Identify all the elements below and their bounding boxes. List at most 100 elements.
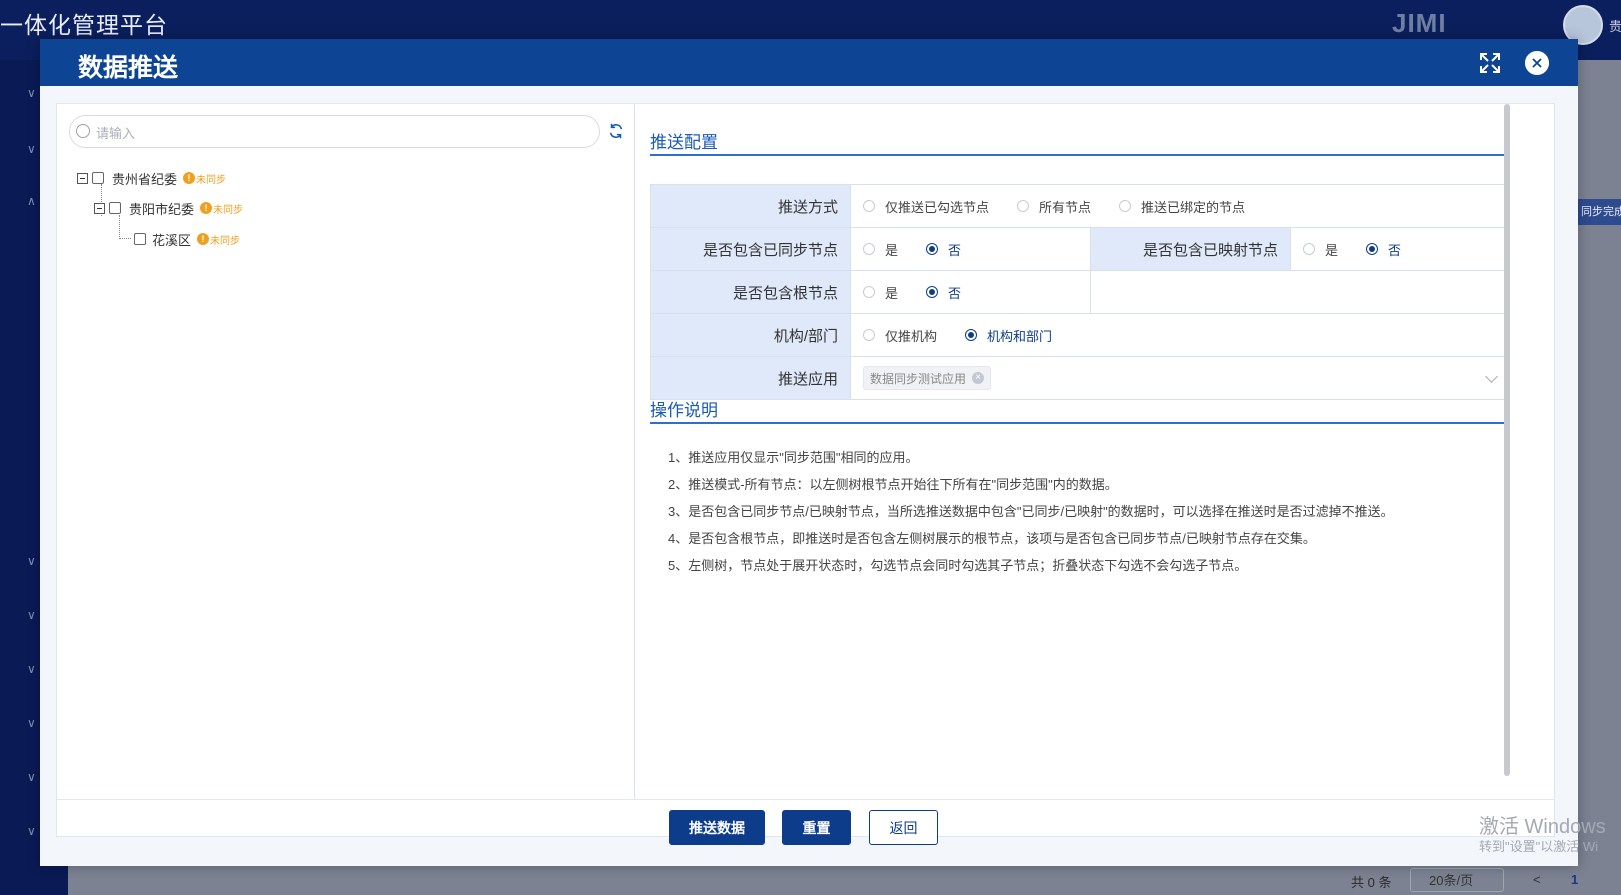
dialog-header: 数据推送 [40,39,1578,86]
tree-node-label[interactable]: 贵州省纪委 [112,169,177,188]
field-label: 是否包含已同步节点 [650,227,851,271]
radio-org-only[interactable]: 仅推机构 [863,326,937,345]
chevron-down-icon[interactable]: ∨ [27,142,36,156]
page-size-select[interactable]: 20条/页 [1410,868,1504,892]
user-name: 贵 [1609,19,1621,34]
instruction-item: 4、是否包含根节点，即推送时是否包含左侧树展示的根节点，该项与是否包含已同步节点… [668,531,1316,546]
chevron-down-icon[interactable]: ∨ [27,554,36,568]
field-label: 推送应用 [650,356,851,400]
instruction-item: 2、推送模式-所有节点：以左侧树根节点开始往下所有在"同步范围"内的数据。 [668,477,1118,492]
radio-icon[interactable] [926,243,939,255]
section-title: 推送配置 [650,133,718,152]
radio-icon[interactable] [1017,200,1030,212]
instruction-item: 3、是否包含已同步节点/已映射节点，当所选推送数据中包含"已同步/已映射"的数据… [668,504,1394,519]
back-button[interactable]: 返回 [869,810,938,845]
sync-status: 未同步 [196,174,227,186]
tree-node[interactable]: 花溪区 ! 未同步 [134,228,240,250]
scrollbar[interactable] [1504,104,1510,776]
chevron-down-icon[interactable]: ∨ [27,716,36,730]
reset-button[interactable]: 重置 [782,810,851,845]
radio-icon[interactable] [863,329,875,341]
radio-icon[interactable] [1119,200,1132,212]
push-mode-radio-group: 仅推送已勾选节点 所有节点 推送已绑定的节点 [863,197,1506,216]
push-data-dialog: 数据推送 贵州省纪委 [40,39,1578,866]
tree-node-label[interactable]: 花溪区 [152,230,191,249]
status-badge: 同步完成 [1577,199,1621,225]
tag-close-icon[interactable]: × [972,372,985,384]
section-title: 操作说明 [650,401,718,420]
empty-cell [1090,270,1507,314]
radio-icon[interactable] [863,243,875,255]
include-root-radio-group: 是 否 [863,283,1090,302]
include-mapped-radio-group: 是 否 [1303,240,1506,259]
instruction-item: 1、推送应用仅显示"同步范围"相同的应用。 [668,450,919,465]
push-app-select[interactable]: 数据同步测试应用 × [850,356,1507,400]
radio-icon[interactable] [863,286,875,298]
windows-activation-watermark: 激活 Windows 转到"设置"以激活 Wi [1479,816,1606,854]
close-icon[interactable] [1525,51,1549,75]
prev-page-icon[interactable]: < [1533,872,1541,887]
chevron-down-icon[interactable] [1485,369,1498,383]
field-label: 机构/部门 [650,313,851,357]
dialog-footer: 推送数据 重置 返回 [57,799,1554,845]
field-label: 是否包含根节点 [650,270,851,314]
radio-no[interactable]: 否 [1366,240,1401,259]
radio-no[interactable]: 否 [926,240,961,259]
radio-all-nodes[interactable]: 所有节点 [1017,197,1091,216]
radio-no[interactable]: 否 [926,283,961,302]
tree-node[interactable]: 贵阳市纪委 ! 未同步 [94,197,243,219]
push-data-button[interactable]: 推送数据 [669,810,765,845]
radio-icon[interactable] [1366,243,1379,255]
radio-yes[interactable]: 是 [1303,240,1338,259]
warning-icon: ! [197,233,210,245]
tree-connector [119,238,131,239]
field-label: 是否包含已映射节点 [1090,227,1291,271]
chevron-up-icon[interactable]: ∧ [27,194,36,208]
org-dept-radio-group: 仅推机构 机构和部门 [863,326,1506,345]
radio-icon[interactable] [863,200,875,212]
instruction-item: 5、左侧树，节点处于展开状态时，勾选节点会同时勾选其子节点；折叠状态下勾选不会勾… [668,558,1248,573]
tree-node-label[interactable]: 贵阳市纪委 [129,199,194,218]
app-tag: 数据同步测试应用 × [863,366,992,390]
chevron-down-icon[interactable]: ∨ [27,824,36,838]
radio-icon[interactable] [1303,243,1315,255]
fullscreen-icon[interactable] [1478,51,1502,75]
radio-yes[interactable]: 是 [863,240,898,259]
current-page[interactable]: 1 [1571,872,1578,887]
radio-bound-nodes[interactable]: 推送已绑定的节点 [1119,197,1245,216]
warning-icon: ! [183,172,196,184]
chevron-down-icon[interactable]: ∨ [27,662,36,676]
radio-checked-only[interactable]: 仅推送已勾选节点 [863,197,989,216]
tree-search [69,115,600,148]
org-tree-panel: 贵州省纪委 ! 未同步 贵阳市纪委 ! 未同步 花溪区 ! 未同步 [57,104,635,799]
field-label: 推送方式 [650,184,851,228]
tree-node[interactable]: 贵州省纪委 ! 未同步 [77,167,226,189]
refresh-icon[interactable] [607,122,625,140]
dialog-title: 数据推送 [78,54,179,82]
total-count: 共 0 条 [1351,875,1392,890]
config-form: 推送方式 仅推送已勾选节点 所有节点 推送已绑定的节点 是否包含已同步节点 是 [650,184,1507,400]
chevron-down-icon[interactable]: ∨ [27,608,36,622]
collapse-icon[interactable] [94,202,105,214]
radio-icon[interactable] [965,329,978,341]
radio-yes[interactable]: 是 [863,283,898,302]
tree-checkbox[interactable] [134,233,146,245]
app-logo: JIMI [1392,8,1447,38]
radio-org-and-dept[interactable]: 机构和部门 [965,326,1052,345]
section-divider [650,422,1506,424]
tree-checkbox[interactable] [92,172,104,184]
warning-icon: ! [200,202,213,214]
radio-icon[interactable] [926,286,939,298]
app-title: 一体化管理平台 [0,12,168,38]
section-divider [650,154,1506,156]
collapse-icon[interactable] [77,172,88,184]
sync-status: 未同步 [210,235,241,247]
dialog-body: 贵州省纪委 ! 未同步 贵阳市纪委 ! 未同步 花溪区 ! 未同步 推送配置 [56,103,1555,845]
search-input[interactable] [94,121,588,145]
include-synced-radio-group: 是 否 [863,240,1090,259]
sync-status: 未同步 [213,204,244,216]
chevron-down-icon[interactable]: ∨ [27,770,36,784]
tree-checkbox[interactable] [109,202,121,214]
search-icon [76,124,90,138]
chevron-down-icon[interactable]: ∨ [27,86,36,100]
